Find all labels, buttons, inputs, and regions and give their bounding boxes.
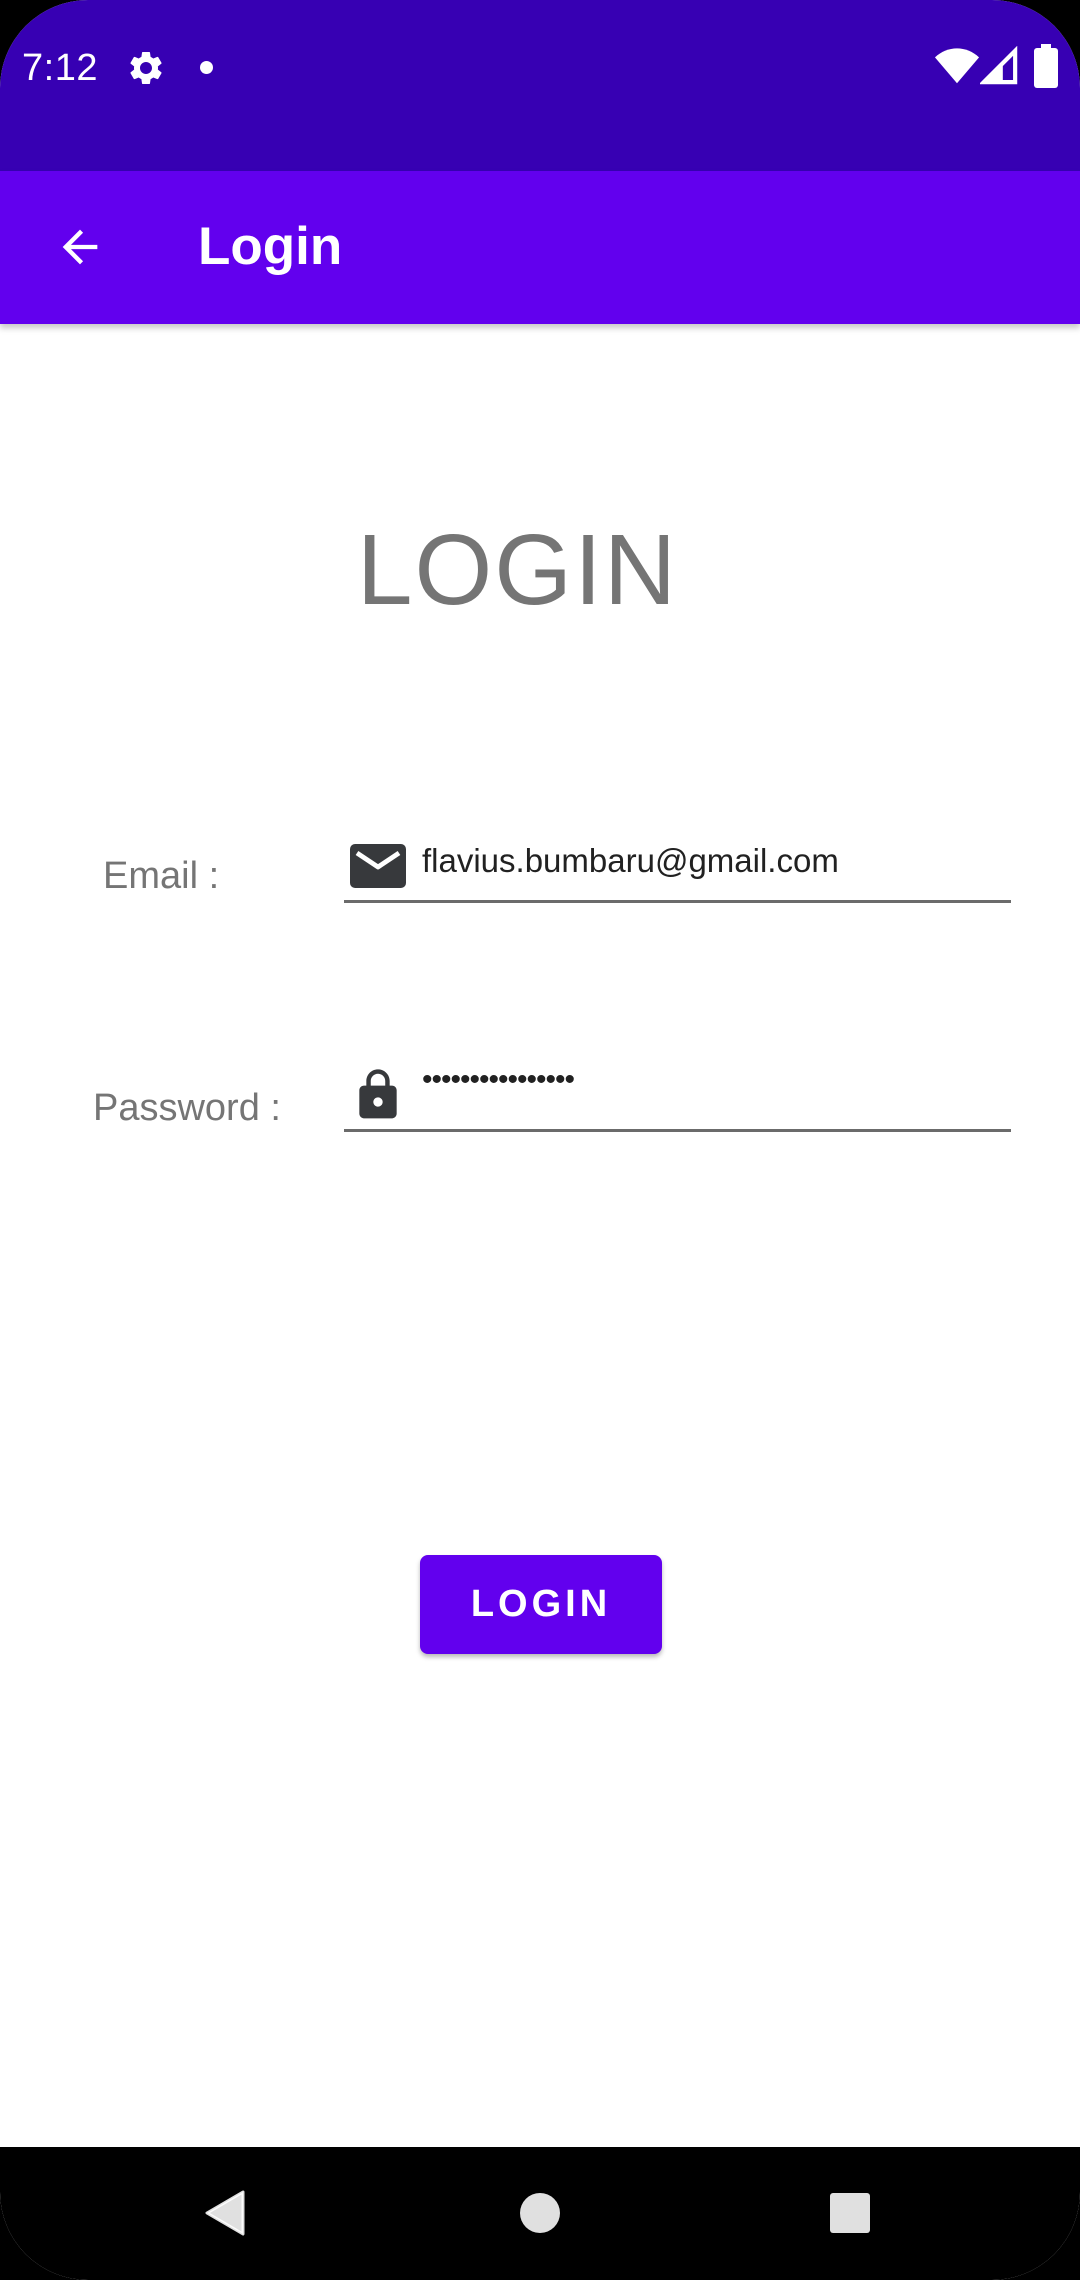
app-bar-title: Login — [198, 217, 343, 276]
page-heading: LOGIN — [356, 514, 679, 626]
password-label: Password : — [93, 1087, 281, 1129]
back-button[interactable] — [38, 205, 122, 289]
login-screen: 7:12 Login LOGIN Email : flavius.bumbaru… — [0, 0, 1080, 2280]
navigation-bar — [0, 2147, 1080, 2280]
password-field[interactable]: •••••••••••••••• — [344, 1053, 1011, 1132]
status-time: 7:12 — [22, 47, 98, 89]
app-bar: Login — [0, 171, 1080, 324]
arrow-back-icon — [62, 229, 98, 265]
email-label: Email : — [103, 855, 220, 897]
settings-gear-icon — [130, 51, 162, 84]
battery-icon — [1034, 44, 1058, 88]
email-value: flavius.bumbaru@gmail.com — [422, 842, 839, 879]
nav-back-icon — [205, 2190, 245, 2236]
cell-signal-icon — [980, 46, 1018, 85]
email-envelope-icon — [350, 844, 406, 888]
status-bar: 7:12 — [0, 0, 1080, 171]
login-button[interactable]: LOGIN — [420, 1555, 662, 1654]
nav-back-button[interactable] — [183, 2171, 267, 2255]
password-value: •••••••••••••••• — [422, 1063, 575, 1096]
email-field[interactable]: flavius.bumbaru@gmail.com — [344, 824, 1011, 903]
lock-icon — [359, 1069, 397, 1119]
wifi-icon — [934, 48, 980, 84]
notification-dot-icon — [200, 61, 213, 74]
nav-recents-button[interactable] — [808, 2171, 892, 2255]
nav-home-button[interactable] — [498, 2171, 582, 2255]
nav-home-icon — [520, 2193, 560, 2233]
nav-recents-icon — [830, 2193, 870, 2233]
